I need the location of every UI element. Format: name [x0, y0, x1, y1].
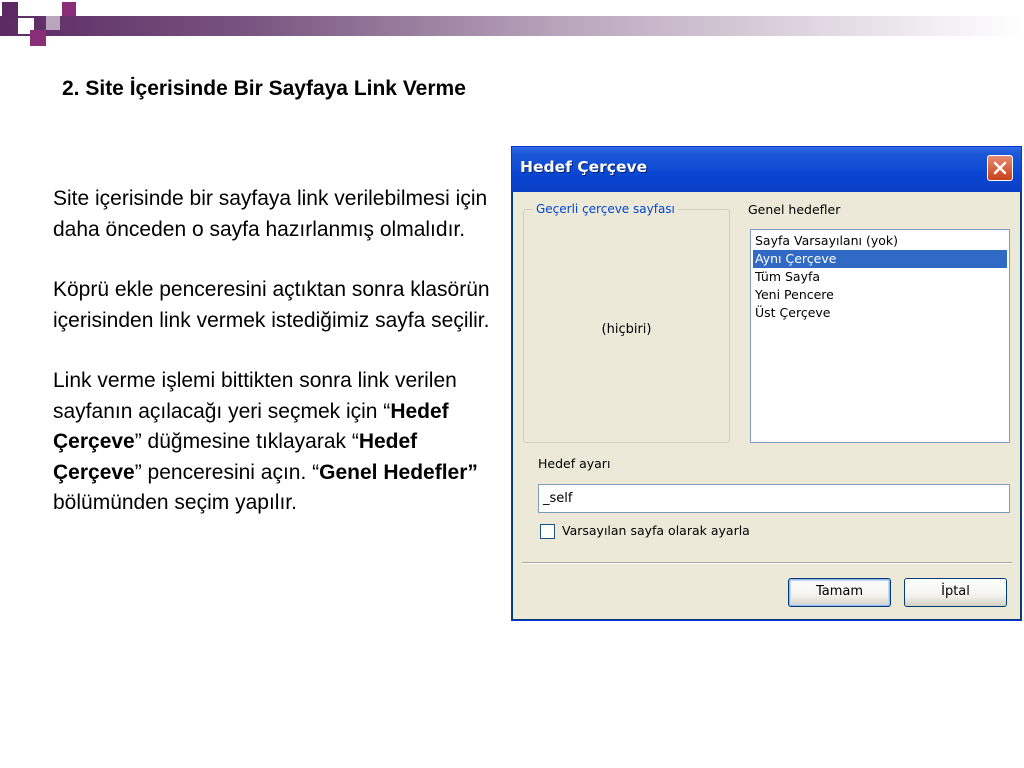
p3-bold-3: Genel Hedefler”	[319, 460, 478, 484]
deco-square	[30, 30, 46, 46]
current-frame-value: (hiçbiri)	[601, 322, 652, 337]
common-targets-label: Genel hedefler	[748, 202, 841, 217]
list-item[interactable]: Üst Çerçeve	[753, 304, 1007, 322]
target-setting-input[interactable]: _self	[538, 484, 1010, 513]
dialog-titlebar[interactable]: Hedef Çerçeve	[512, 147, 1021, 192]
slide-title: 2. Site İçerisinde Bir Sayfaya Link Verm…	[62, 77, 466, 100]
cancel-button[interactable]: İptal	[904, 578, 1007, 607]
slide-body: Site içerisinde bir sayfaya link verileb…	[53, 184, 505, 519]
current-frame-label: Geçerli çerçeve sayfası	[533, 202, 678, 216]
deco-square	[46, 16, 60, 30]
paragraph-2: Köprü ekle penceresini açtıktan sonra kl…	[53, 278, 490, 332]
list-item-selected[interactable]: Aynı Çerçeve	[753, 250, 1007, 268]
target-setting-label: Hedef ayarı	[538, 456, 611, 471]
paragraph-3: Link verme işlemi bittikten sonra link v…	[53, 366, 505, 519]
p3-text-3: ” penceresini açın. “	[134, 460, 320, 484]
close-icon	[993, 161, 1007, 175]
default-page-checkbox-label[interactable]: Varsayılan sayfa olarak ayarla	[562, 523, 750, 538]
list-item[interactable]: Tüm Sayfa	[753, 268, 1007, 286]
list-item[interactable]: Yeni Pencere	[753, 286, 1007, 304]
dialog-title: Hedef Çerçeve	[520, 158, 648, 176]
close-button[interactable]	[987, 155, 1013, 181]
p3-text-4: bölümünden seçim yapılır.	[53, 491, 297, 514]
list-item[interactable]: Sayfa Varsayılanı (yok)	[753, 232, 1007, 250]
header-decoration	[0, 0, 1024, 62]
ok-button[interactable]: Tamam	[788, 578, 891, 607]
deco-square	[2, 2, 18, 18]
default-page-checkbox[interactable]	[540, 524, 555, 539]
deco-square	[62, 2, 76, 16]
target-frame-dialog: Hedef Çerçeve Geçerli çerçeve sayfası (h…	[511, 146, 1022, 621]
paragraph-1: Site içerisinde bir sayfaya link verileb…	[53, 187, 488, 241]
separator	[522, 562, 1012, 564]
gradient-band	[0, 16, 1024, 36]
p3-text-2: ” düğmesine tıklayarak “	[134, 430, 359, 453]
common-targets-list[interactable]: Sayfa Varsayılanı (yok) Aynı Çerçeve Tüm…	[750, 229, 1010, 443]
